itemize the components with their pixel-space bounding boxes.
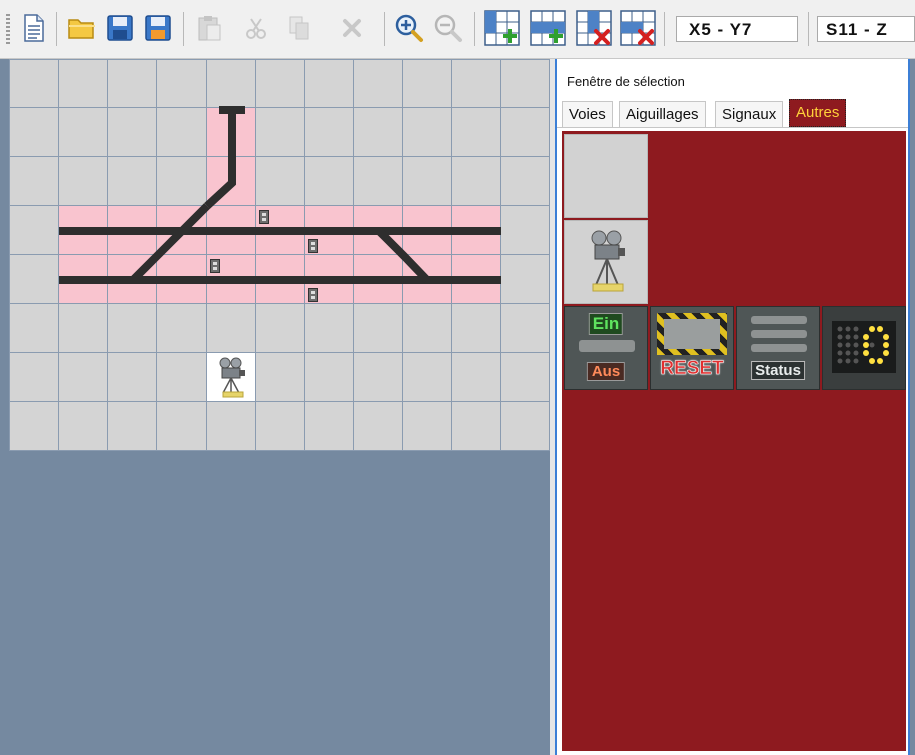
signal-icon[interactable]	[308, 239, 318, 253]
delete-column-button[interactable]	[618, 10, 658, 46]
status-label: Status	[751, 361, 805, 380]
delete-x-icon	[343, 19, 361, 37]
open-button[interactable]	[66, 10, 98, 46]
size-readout: S11 - Z	[817, 16, 915, 42]
toolbar-separator	[474, 12, 475, 46]
delete-button[interactable]	[336, 10, 368, 46]
rail-spur	[204, 110, 236, 209]
zoom-out-button[interactable]	[432, 10, 464, 46]
grid-delete-column-icon	[620, 10, 656, 46]
tab-content-autres: Ein Aus RESET Status	[562, 131, 906, 751]
tab-autres[interactable]: Autres	[789, 99, 847, 127]
tile-led-display[interactable]	[822, 306, 906, 390]
copy-icon	[289, 16, 309, 40]
toolbar-separator	[183, 12, 184, 46]
tab-aiguillages[interactable]: Aiguillages	[619, 101, 706, 127]
tab-voies[interactable]: Voies	[562, 101, 613, 127]
cut-button[interactable]	[240, 10, 272, 46]
toolbar: X5 - Y7 S11 - Z	[0, 0, 915, 59]
tile-status-display[interactable]: Status	[736, 306, 820, 390]
save-as-button[interactable]	[142, 10, 174, 46]
new-document-icon	[24, 14, 44, 42]
zoom-in-button[interactable]	[393, 10, 425, 46]
track-layout-canvas[interactable]	[9, 59, 550, 451]
tile-on-off-switch[interactable]: Ein Aus	[564, 306, 648, 390]
status-bar	[751, 330, 807, 338]
panel-title: Fenêtre de sélection	[567, 74, 685, 89]
floppy-disk-icon	[107, 15, 133, 41]
scissors-icon	[246, 18, 266, 39]
switch-slot	[579, 340, 635, 352]
toolbar-separator	[808, 12, 809, 46]
position-readout: X5 - Y7	[676, 16, 798, 42]
reset-label: RESET	[660, 358, 724, 380]
toolbar-separator	[384, 12, 385, 46]
grid-add-column-icon	[530, 10, 566, 46]
zoom-out-icon	[434, 14, 462, 42]
status-bar	[751, 344, 807, 352]
layout-grid	[9, 59, 550, 451]
add-row-button[interactable]	[482, 10, 522, 46]
zoom-in-icon	[395, 14, 423, 42]
off-label: Aus	[586, 362, 626, 381]
tile-reset-button[interactable]: RESET	[650, 306, 734, 390]
camera-icon[interactable]	[217, 357, 247, 399]
signal-icon[interactable]	[259, 210, 269, 224]
copy-button[interactable]	[283, 10, 315, 46]
new-file-button[interactable]	[18, 10, 50, 46]
on-label: Ein	[588, 313, 624, 335]
toolbar-grip[interactable]	[6, 14, 10, 44]
grid-delete-row-icon	[576, 10, 612, 46]
selection-panel: Fenêtre de sélection Voies Aiguillages S…	[555, 59, 910, 755]
rail-crossover-left	[130, 203, 210, 283]
tab-signaux[interactable]: Signaux	[715, 101, 784, 127]
led-matrix-icon	[832, 321, 896, 373]
floppy-disk-edit-icon	[145, 15, 171, 41]
signal-icon[interactable]	[210, 259, 220, 273]
add-column-button[interactable]	[528, 10, 568, 46]
tabstrip-border	[557, 127, 908, 128]
status-bar	[751, 316, 807, 324]
toolbar-separator	[664, 12, 665, 46]
reset-panel	[664, 319, 720, 349]
signal-icon[interactable]	[308, 288, 318, 302]
tile-empty[interactable]	[564, 134, 648, 218]
delete-row-button[interactable]	[574, 10, 614, 46]
grid-add-row-icon	[484, 10, 520, 46]
paste-button[interactable]	[193, 10, 225, 46]
tile-camera[interactable]	[564, 220, 648, 304]
save-button[interactable]	[104, 10, 136, 46]
folder-open-icon	[68, 19, 95, 39]
camera-icon	[591, 230, 625, 292]
toolbar-separator	[56, 12, 57, 46]
paste-icon	[198, 16, 221, 41]
